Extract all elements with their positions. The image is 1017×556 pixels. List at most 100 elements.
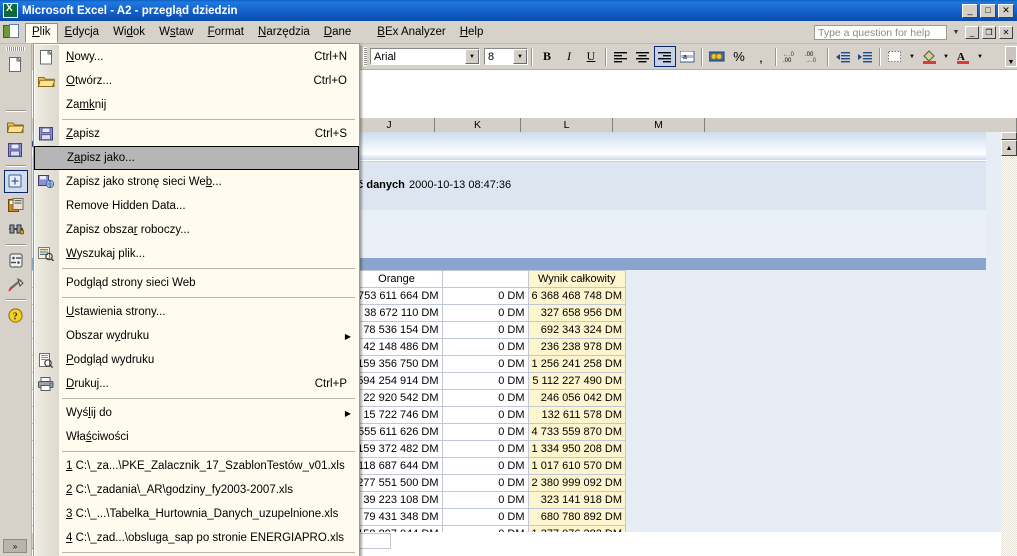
menu-item-wyślij-do[interactable]: Wyślij do ▶ — [34, 401, 359, 425]
menu-help[interactable]: Help — [453, 23, 491, 42]
maximize-button[interactable]: □ — [980, 3, 996, 18]
align-center-icon[interactable] — [632, 46, 654, 67]
bex-filter-icon[interactable] — [4, 218, 28, 241]
scrollbar-track[interactable] — [1001, 156, 1017, 556]
decrease-indent-icon[interactable] — [832, 46, 854, 67]
table-cell[interactable]: 15 722 746 DM — [350, 406, 443, 424]
menu-item-podgląd-strony-sieci-web[interactable]: Podgląd strony sieci Web — [34, 271, 359, 295]
table-cell[interactable]: 4 733 559 870 DM — [527, 423, 627, 441]
table-cell[interactable]: 680 780 892 DM — [527, 508, 627, 526]
help-question-input[interactable]: Type a question for help — [814, 24, 947, 40]
column-header-rest[interactable] — [705, 118, 1017, 132]
table-cell[interactable]: 2 380 999 092 DM — [527, 474, 627, 492]
menu-item-zapisz-obszar-roboczy[interactable]: Zapisz obszar roboczy... — [34, 218, 359, 242]
table-cell[interactable]: 236 238 978 DM — [527, 338, 627, 356]
bex-open-query-icon[interactable] — [3, 170, 28, 193]
table-cell[interactable]: 323 141 918 DM — [527, 491, 627, 509]
menu-item-2-c-zadania-ar-godziny-fy2003-2007-xls[interactable]: 2 C:\_zadania\_AR\godziny_fy2003-2007.xl… — [34, 478, 359, 502]
menu-plik[interactable]: Plik — [25, 22, 58, 43]
increase-indent-icon[interactable] — [854, 46, 876, 67]
currency-icon[interactable] — [706, 46, 728, 67]
table-cell[interactable]: 0 DM — [441, 355, 529, 373]
table-cell[interactable]: 327 658 956 DM — [527, 304, 627, 322]
table-cell[interactable]: 753 611 664 DM — [350, 287, 443, 305]
borders-icon[interactable] — [884, 46, 906, 67]
table-cell[interactable]: 246 056 042 DM — [527, 389, 627, 407]
menu-item-zapisz-jako-stronę-sieci-web[interactable]: Zapisz jako stronę sieci Web... — [34, 170, 359, 194]
toolbar-options-button[interactable]: ▼ — [1005, 46, 1017, 67]
font-color-dropdown-icon[interactable]: ▼ — [974, 46, 986, 67]
table-cell[interactable]: 1 256 241 258 DM — [527, 355, 627, 373]
menu-item-właściwości[interactable]: Właściwości — [34, 425, 359, 449]
close-button[interactable]: ✕ — [998, 3, 1014, 18]
table-cell[interactable]: 42 148 486 DM — [350, 338, 443, 356]
table-cell[interactable]: 159 356 750 DM — [350, 355, 443, 373]
percent-button[interactable]: % — [728, 46, 750, 67]
table-cell[interactable]: 277 551 500 DM — [350, 474, 443, 492]
menu-item-remove-hidden-data[interactable]: Remove Hidden Data... — [34, 194, 359, 218]
menu-item-ustawienia-strony[interactable]: Ustawienia strony... — [34, 300, 359, 324]
column-header-L[interactable]: L — [521, 118, 613, 132]
align-left-icon[interactable] — [610, 46, 632, 67]
menu-item-wyszukaj-plik[interactable]: Wyszukaj plik... — [34, 242, 359, 266]
borders-dropdown-icon[interactable]: ▼ — [906, 46, 918, 67]
table-cell[interactable]: 0 DM — [441, 338, 529, 356]
save-disk-icon[interactable] — [4, 139, 28, 162]
table-cell[interactable]: 555 611 626 DM — [350, 423, 443, 441]
table-cell[interactable]: 132 611 578 DM — [527, 406, 627, 424]
fill-color-dropdown-icon[interactable]: ▼ — [940, 46, 952, 67]
bex-properties-icon[interactable] — [4, 249, 28, 272]
scroll-up-button[interactable]: ▲ — [1001, 140, 1017, 156]
table-cell[interactable]: 78 536 154 DM — [350, 321, 443, 339]
table-cell[interactable]: 0 DM — [441, 440, 529, 458]
table-cell[interactable]: 5 112 227 490 DM — [527, 372, 627, 390]
doc-close-button[interactable]: ✕ — [999, 25, 1013, 39]
minimize-button[interactable]: _ — [962, 3, 978, 18]
bex-save-query-icon[interactable] — [4, 194, 28, 217]
menu-item-3-c-tabelka-hurtownia-danych-uzupelnione-xls[interactable]: 3 C:\_...\Tabelka_Hurtownia_Danych_uzupe… — [34, 502, 359, 526]
table-cell[interactable]: 0 DM — [441, 389, 529, 407]
italic-button[interactable]: I — [558, 46, 580, 67]
table-cell[interactable]: 594 254 914 DM — [350, 372, 443, 390]
table-cell[interactable]: 692 343 324 DM — [527, 321, 627, 339]
table-cell[interactable]: 0 DM — [441, 457, 529, 475]
menu-widok[interactable]: Widok — [106, 23, 152, 42]
font-color-icon[interactable]: A — [952, 46, 974, 67]
table-cell[interactable]: 0 DM — [441, 406, 529, 424]
table-cell[interactable]: 0 DM — [441, 372, 529, 390]
table-cell[interactable]: 0 DM — [441, 321, 529, 339]
toolbar-grip[interactable] — [6, 47, 25, 51]
toolbar-overflow-button[interactable]: » — [3, 539, 27, 553]
increase-decimal-icon[interactable]: ←.0.00 — [780, 46, 802, 67]
underline-button[interactable]: U — [580, 46, 602, 67]
table-cell[interactable]: 22 920 542 DM — [350, 389, 443, 407]
table-cell[interactable]: 0 DM — [441, 508, 529, 526]
bex-detach-icon[interactable] — [4, 273, 28, 296]
font-name-combo[interactable]: Arial ▼ — [370, 48, 480, 65]
column-header-M[interactable]: M — [613, 118, 705, 132]
table-cell[interactable]: 159 372 482 DM — [350, 440, 443, 458]
decrease-decimal-icon[interactable]: .00 →.0 — [802, 46, 824, 67]
column-label-wynik-całkowity[interactable]: Wynik całkowity — [527, 270, 627, 288]
table-cell[interactable]: 118 687 644 DM — [350, 457, 443, 475]
menu-bex-analyzer[interactable]: BEx Analyzer — [370, 23, 452, 42]
doc-minimize-button[interactable]: _ — [965, 25, 979, 39]
column-header-K[interactable]: K — [435, 118, 521, 132]
font-size-combo[interactable]: 8 ▼ — [484, 48, 528, 65]
column-label-blank[interactable] — [441, 270, 529, 288]
fill-color-icon[interactable] — [918, 46, 940, 67]
split-box-icon[interactable] — [1001, 132, 1017, 140]
menu-item-obszar-wydruku[interactable]: Obszar wydruku ▶ — [34, 324, 359, 348]
menu-item-zapisz[interactable]: Zapisz Ctrl+S — [34, 122, 359, 146]
menu-item-podgląd-wydruku[interactable]: Podgląd wydruku — [34, 348, 359, 372]
table-cell[interactable]: 6 368 468 748 DM — [527, 287, 627, 305]
menu-item-nowy[interactable]: Nowy... Ctrl+N — [34, 45, 359, 69]
table-cell[interactable]: 79 431 348 DM — [350, 508, 443, 526]
new-document-icon[interactable] — [4, 53, 28, 76]
menu-wstaw[interactable]: Wstaw — [152, 23, 201, 42]
table-cell[interactable]: 0 DM — [441, 304, 529, 322]
menu-item-4-c-zad-obsluga-sap-po-stronie-energiapro-xls[interactable]: 4 C:\_zad...\obsluga_sap po stronie ENER… — [34, 526, 359, 550]
toolbar-grip[interactable] — [363, 47, 367, 66]
table-cell[interactable]: 1 334 950 208 DM — [527, 440, 627, 458]
merge-cells-icon[interactable]: a — [676, 46, 698, 67]
